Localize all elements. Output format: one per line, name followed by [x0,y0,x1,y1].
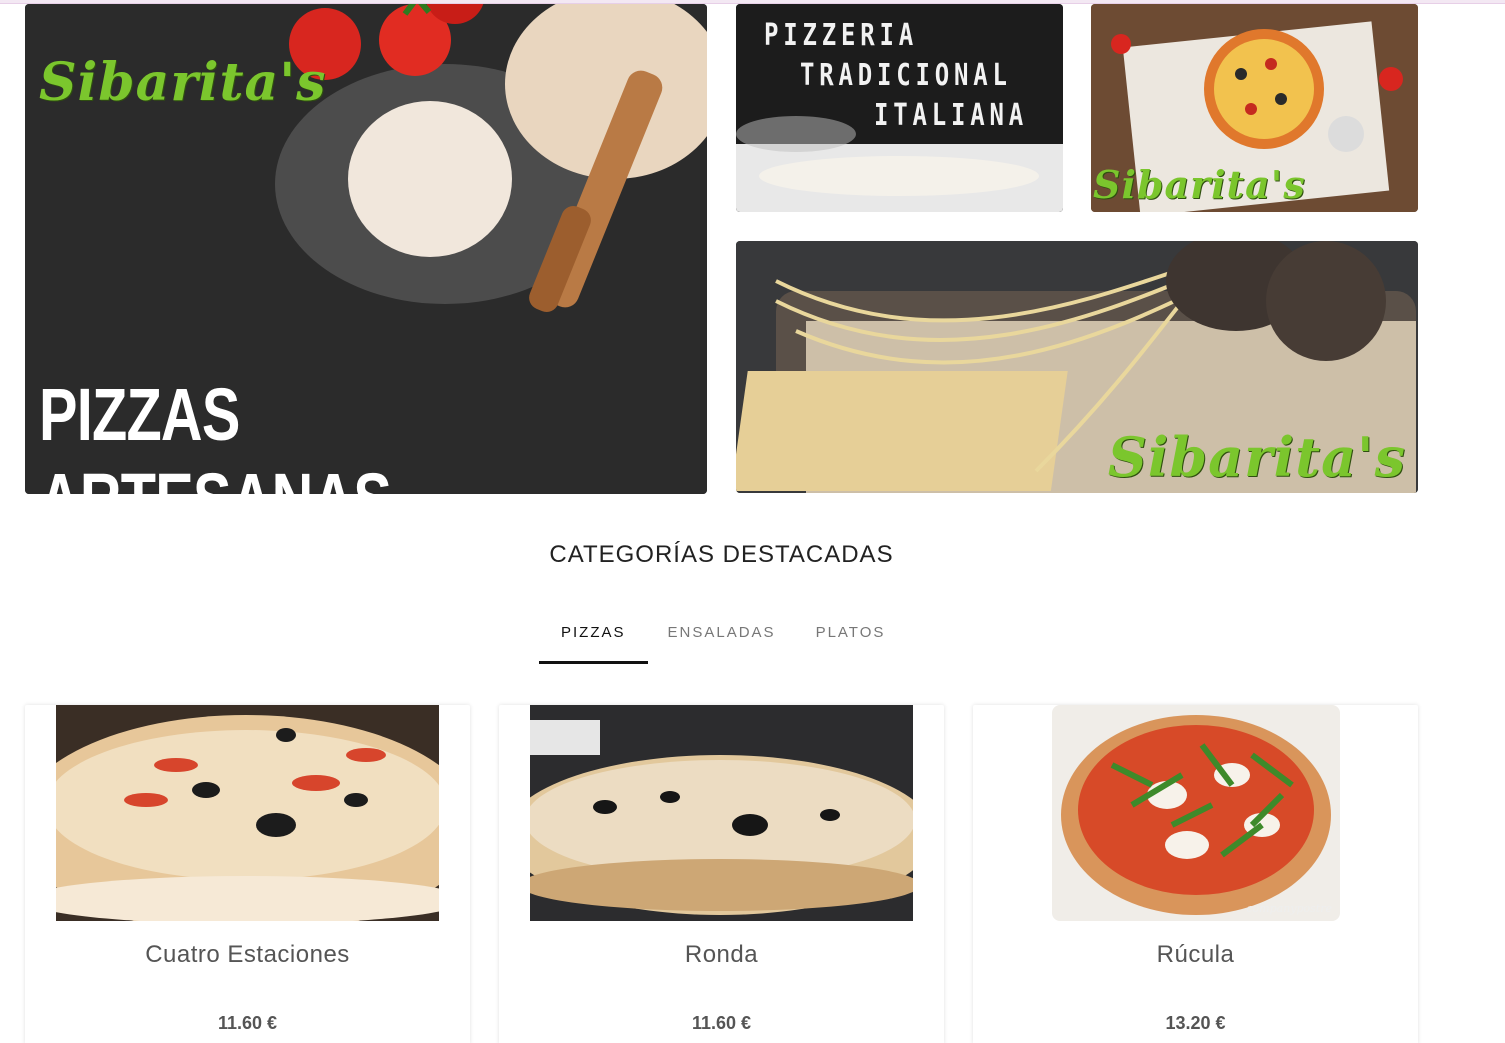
product-price: 11.60 € [691,1013,752,1033]
banner-line-2: TRADICIONAL [800,58,1012,93]
tab-pizzas[interactable]: PIZZAS [539,620,648,664]
product-price: 13.20 € [1165,1013,1226,1033]
product-card[interactable]: Cuatro Estaciones 11.60 € [25,705,470,1043]
tab-ensaladas[interactable]: ENSALADAS [648,620,796,664]
product-image[interactable] [530,705,913,921]
image-credit: companypostre [1246,902,1332,915]
banner-pizzas-artesanas[interactable]: Sibarita's PIZZAS ARTESANAS [25,4,707,494]
banner-line-3: ITALIANA [874,98,1028,133]
banner-pasta-fresca[interactable]: Sibarita's [736,241,1418,493]
brand-logo-text: Sibarita's [1093,162,1306,207]
category-tabs: PIZZAS ENSALADAS PLATOS [539,620,905,664]
product-price: 11.60 € [217,1013,278,1033]
banner-line-1: PIZZERIA [764,18,918,53]
product-card[interactable]: Ronda 11.60 € [499,705,944,1043]
product-name[interactable]: Cuatro Estaciones [25,941,470,969]
section-title: CATEGORÍAS DESTACADAS [549,541,894,568]
banner-sibarita-pizza[interactable]: Sibarita's [1091,4,1418,212]
product-name[interactable]: Ronda [499,941,944,969]
brand-logo-text: Sibarita's [1107,425,1406,489]
tab-platos[interactable]: PLATOS [796,620,906,664]
product-image[interactable]: companypostre [1052,705,1340,921]
product-card[interactable]: companypostre Rúcula 13.20 € [973,705,1418,1043]
product-image[interactable] [56,705,439,921]
banner-pizzeria-tradicional[interactable]: PIZZERIA TRADICIONAL ITALIANA [736,4,1063,212]
banner-title: PIZZAS ARTESANAS [39,373,392,494]
product-name[interactable]: Rúcula [973,941,1418,969]
brand-logo-text: Sibarita's [39,52,327,113]
